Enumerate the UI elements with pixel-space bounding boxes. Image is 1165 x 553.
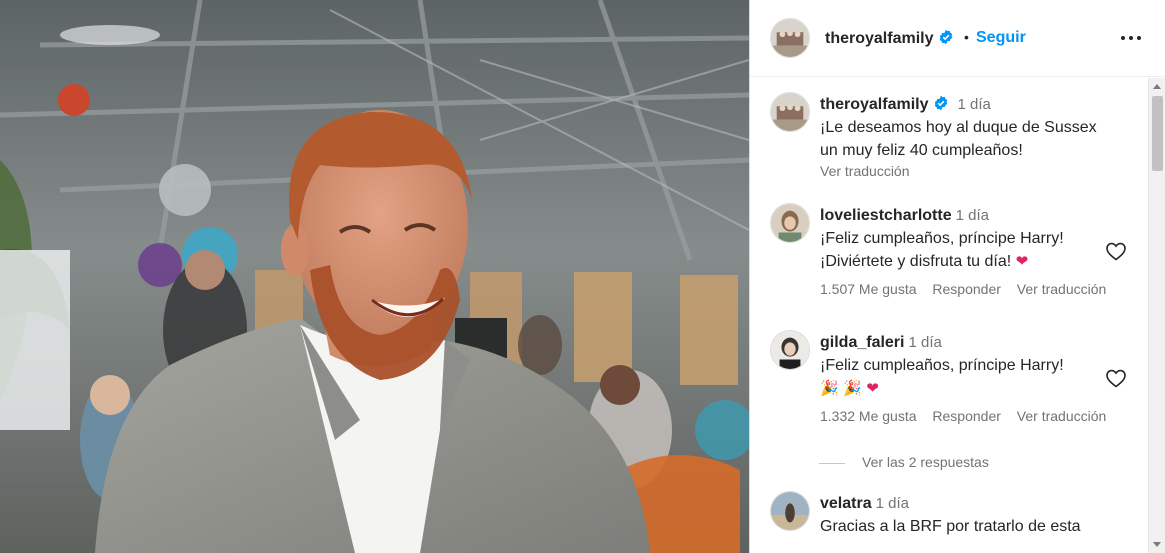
heart-outline-icon[interactable] <box>1104 366 1128 390</box>
comment-body: loveliestcharlotte 1 día ¡Feliz cumpleaño… <box>820 205 1120 297</box>
heart-outline-icon[interactable] <box>1104 239 1128 263</box>
view-replies-label: Ver las 2 respuestas <box>862 454 989 470</box>
post-header: theroyalfamily • Seguir <box>750 0 1165 77</box>
caption-username[interactable]: theroyalfamily <box>820 96 928 113</box>
comment-see-translation[interactable]: Ver traducción <box>1017 281 1107 297</box>
comments-list[interactable]: theroyalfamily 1 día ¡Le deseamos hoy al … <box>750 78 1148 553</box>
comments-scrollbar[interactable] <box>1148 78 1165 553</box>
comment-text-line1: Gracias a la BRF por tratarlo de esta <box>820 518 1081 535</box>
comment-emoji-row: 🎉 🎉 ❤ <box>820 377 1120 400</box>
scrollbar-thumb[interactable] <box>1152 96 1163 171</box>
comment-time: 1 día <box>955 207 989 224</box>
comment-username[interactable]: velatra <box>820 495 872 512</box>
comment-header: velatra 1 día <box>820 493 1120 515</box>
view-replies-button[interactable]: Ver las 2 respuestas <box>819 454 989 470</box>
commenter-avatar-image <box>771 492 809 530</box>
party-emoji: 🎉 <box>843 379 862 397</box>
caption-text-line1: ¡Le deseamos hoy al duque de Sussex <box>820 119 1097 136</box>
caption-avatar[interactable] <box>770 92 810 132</box>
comment-header: gilda_faleri 1 día <box>820 332 1120 354</box>
header-separator: • <box>964 29 969 45</box>
heart-emoji: ❤ <box>866 379 879 397</box>
comment-reply-button[interactable]: Responder <box>932 281 1001 297</box>
more-options-icon[interactable] <box>1119 26 1147 50</box>
comments-panel: theroyalfamily • Seguir theroyalfamily 1… <box>750 0 1165 553</box>
post-photo-illustration <box>0 0 749 553</box>
author-username-row[interactable]: theroyalfamily <box>825 29 954 48</box>
verified-badge-icon <box>935 95 948 111</box>
caption-see-translation[interactable]: Ver traducción <box>820 163 1120 179</box>
comment-text-line2: ¡Diviértete y disfruta tu día! <box>820 253 1012 270</box>
more-dot <box>1137 36 1141 40</box>
party-emoji: 🎉 <box>820 379 839 397</box>
commenter-avatar[interactable] <box>770 330 810 370</box>
comment-time: 1 día <box>875 495 909 512</box>
comment-body: gilda_faleri 1 día ¡Feliz cumpleaños, prí… <box>820 332 1120 424</box>
post-photo[interactable] <box>0 0 749 553</box>
comment-header: loveliestcharlotte 1 día <box>820 205 1120 227</box>
author-avatar[interactable] <box>770 18 810 58</box>
caption-avatar-image <box>771 93 809 131</box>
caption-body: theroyalfamily 1 día ¡Le deseamos hoy al … <box>820 94 1120 179</box>
comment-see-translation[interactable]: Ver traducción <box>1017 408 1107 424</box>
scroll-up-arrow-icon[interactable] <box>1153 84 1161 89</box>
comment-meta: 1.507 Me gusta Responder Ver traducción <box>820 281 1120 297</box>
commenter-avatar-image <box>771 331 809 369</box>
comment-likes[interactable]: 1.507 Me gusta <box>820 281 917 297</box>
author-avatar-image <box>771 19 809 57</box>
replies-dash <box>819 462 845 464</box>
caption-time: 1 día <box>957 96 991 113</box>
more-dot <box>1129 36 1133 40</box>
caption-text-line2: un muy feliz 40 cumpleaños! <box>820 142 1023 159</box>
comment-text-line1: ¡Feliz cumpleaños, príncipe Harry! <box>820 357 1064 374</box>
scroll-down-arrow-icon[interactable] <box>1153 542 1161 547</box>
commenter-avatar-image <box>771 204 809 242</box>
comment-reply-button[interactable]: Responder <box>932 408 1001 424</box>
comment-likes[interactable]: 1.332 Me gusta <box>820 408 917 424</box>
comment-time: 1 día <box>908 334 942 351</box>
follow-button[interactable]: Seguir <box>976 29 1026 47</box>
commenter-avatar[interactable] <box>770 491 810 531</box>
author-username[interactable]: theroyalfamily <box>825 30 933 47</box>
commenter-avatar[interactable] <box>770 203 810 243</box>
more-dot <box>1121 36 1125 40</box>
comment-username[interactable]: gilda_faleri <box>820 334 904 351</box>
comment-meta: 1.332 Me gusta Responder Ver traducción <box>820 408 1120 424</box>
comment-body: velatra 1 día Gracias a la BRF por tratar… <box>820 493 1120 538</box>
verified-badge-icon <box>940 29 953 45</box>
heart-emoji: ❤ <box>1015 252 1029 270</box>
comment-username[interactable]: loveliestcharlotte <box>820 207 952 224</box>
comment-text-line1: ¡Feliz cumpleaños, príncipe Harry! <box>820 230 1064 247</box>
comment-text-line2-row: ¡Diviértete y disfruta tu día! ❤ <box>820 250 1120 273</box>
caption-header: theroyalfamily 1 día <box>820 94 1120 116</box>
